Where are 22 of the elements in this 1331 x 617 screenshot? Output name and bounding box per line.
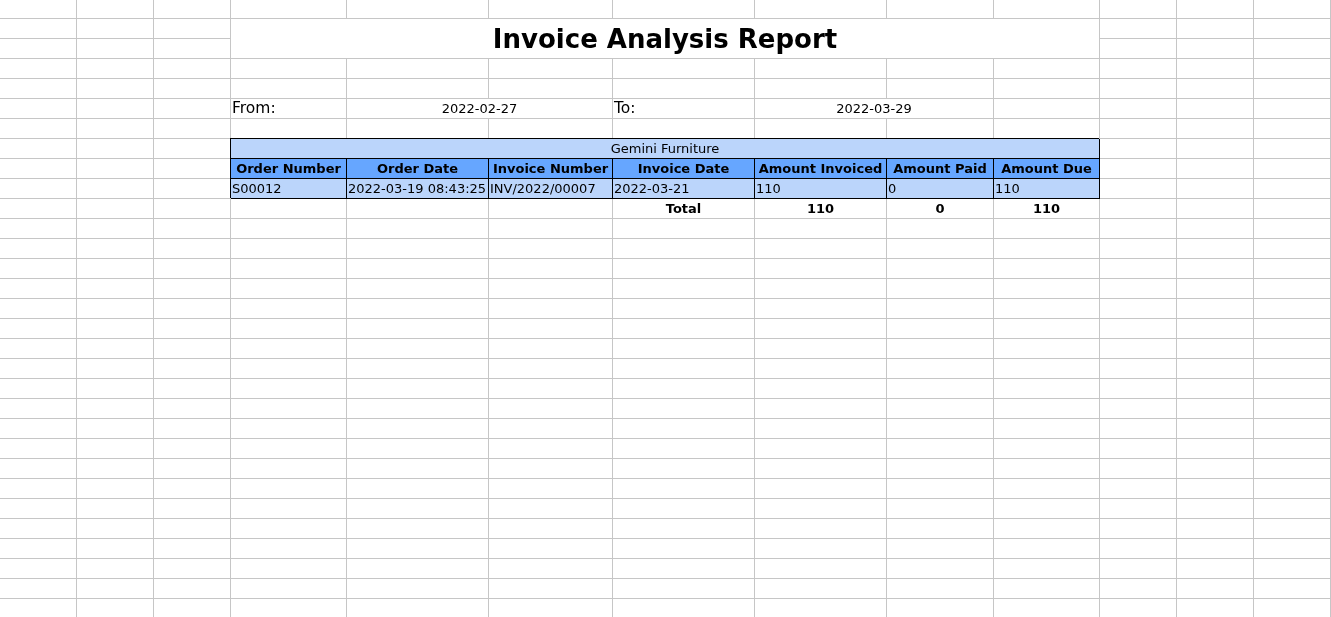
total-value: 110 [805, 200, 836, 218]
column-header: Order Date [347, 159, 489, 179]
column-header: Amount Paid [887, 159, 994, 179]
column-header: Invoice Number [489, 159, 613, 179]
table-cell: 2022-03-19 08:43:25 [347, 179, 489, 199]
from-label: From: [231, 99, 277, 118]
column-header: Amount Invoiced [755, 159, 887, 179]
table-cell: 2022-03-21 [613, 179, 755, 199]
total-value: 0 [934, 200, 946, 218]
table-cell: 110 [994, 179, 1100, 199]
group-header: Gemini Furniture [231, 139, 1100, 159]
column-header: Order Number [231, 159, 347, 179]
to-label: To: [613, 99, 637, 118]
table-cell: 0 [887, 179, 994, 199]
table-cell: S00012 [231, 179, 347, 199]
table-cell: 110 [755, 179, 887, 199]
total-label: Total [664, 200, 703, 218]
total-value: 110 [1031, 200, 1062, 218]
column-header: Amount Due [994, 159, 1100, 179]
column-header: Invoice Date [613, 159, 755, 179]
report-title: Invoice Analysis Report [231, 19, 1099, 58]
table-cell: INV/2022/00007 [489, 179, 613, 199]
